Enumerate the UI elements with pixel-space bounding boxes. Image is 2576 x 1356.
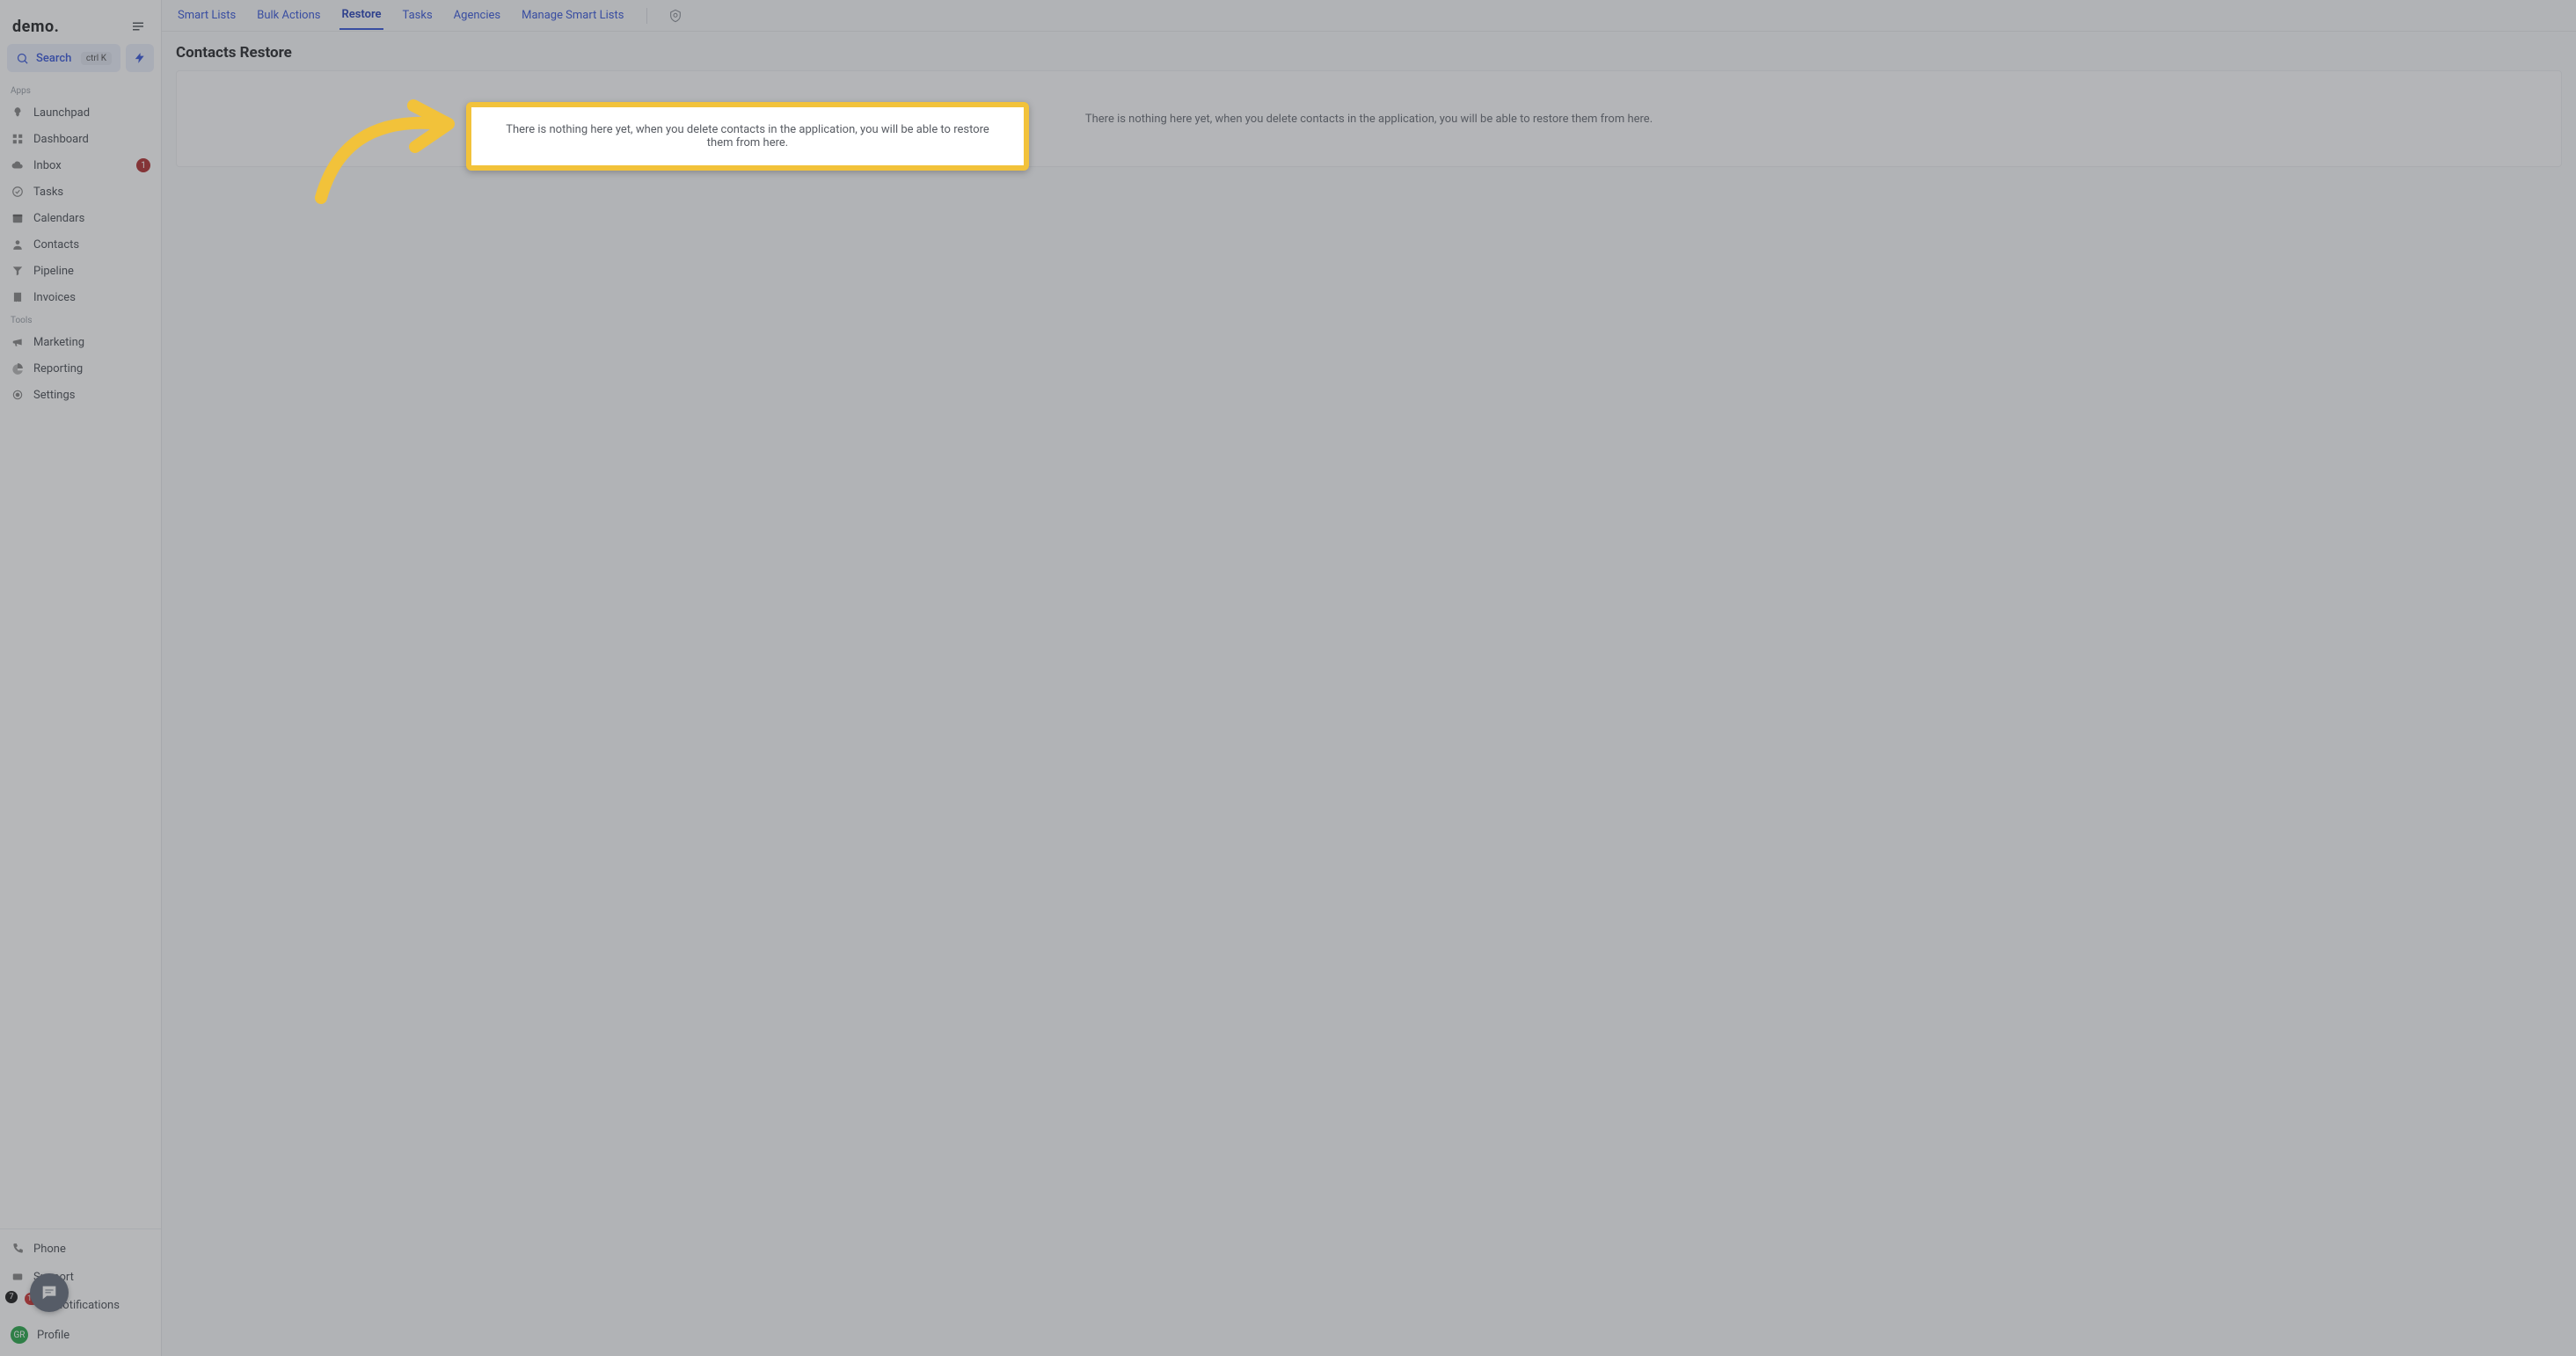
sidebar-item-label: Invoices: [33, 291, 76, 304]
section-label-tools: Tools: [0, 310, 161, 329]
main: Smart Lists Bulk Actions Restore Tasks A…: [162, 0, 2576, 1356]
user-icon: [11, 237, 25, 252]
tab-bulk-actions[interactable]: Bulk Actions: [255, 2, 322, 29]
funnel-icon: [11, 264, 25, 278]
sidebar-item-label: Reporting: [33, 362, 83, 375]
search-shortcut: ctrl K: [81, 52, 112, 65]
sidebar-item-dashboard[interactable]: Dashboard: [0, 126, 161, 152]
tab-settings-button[interactable]: [668, 9, 682, 23]
rocket-icon: [11, 106, 25, 120]
sidebar-bottom: Phone Support 7 13 • Notifications GR Pr…: [0, 1228, 161, 1356]
notifications-badge-dark: 7: [5, 1291, 18, 1303]
tab-restore[interactable]: Restore: [339, 1, 383, 30]
sidebar-item-label: Tasks: [33, 186, 63, 199]
chat-widget-button[interactable]: [30, 1273, 69, 1312]
pie-icon: [11, 361, 25, 375]
tab-divider: [646, 8, 647, 24]
sidebar-item-reporting[interactable]: Reporting: [0, 355, 161, 382]
sidebar-item-label: Phone: [33, 1243, 66, 1256]
calendar-icon: [11, 211, 25, 225]
tab-smart-lists[interactable]: Smart Lists: [176, 2, 237, 29]
receipt-icon: [11, 290, 25, 304]
cloud-icon: [11, 158, 25, 172]
sidebar-item-label: Marketing: [33, 336, 84, 349]
sidebar-item-tasks[interactable]: Tasks: [0, 179, 161, 205]
sidebar-item-marketing[interactable]: Marketing: [0, 329, 161, 355]
dot-icon: [11, 388, 25, 402]
phone-icon: [11, 1242, 25, 1256]
sidebar-item-contacts[interactable]: Contacts: [0, 231, 161, 258]
nav-apps: Launchpad Dashboard Inbox 1 Tasks Calend…: [0, 99, 161, 310]
section-label-apps: Apps: [0, 81, 161, 99]
sidebar-item-invoices[interactable]: Invoices: [0, 284, 161, 310]
sidebar-item-calendars[interactable]: Calendars: [0, 205, 161, 231]
sidebar-item-launchpad[interactable]: Launchpad: [0, 99, 161, 126]
sidebar-collapse-button[interactable]: [128, 16, 149, 37]
empty-state-message: There is nothing here yet, when you dele…: [1085, 113, 1653, 126]
sidebar-item-label: Launchpad: [33, 106, 90, 120]
sidebar-item-profile[interactable]: GR Profile: [0, 1319, 161, 1351]
sidebar-item-label: Calendars: [33, 212, 84, 225]
grid-icon: [11, 132, 25, 146]
nav-tools: Marketing Reporting Settings: [0, 329, 161, 408]
sidebar-item-notifications[interactable]: 7 13 • Notifications: [0, 1291, 161, 1319]
sidebar: demo Search ctrl K Apps: [0, 0, 162, 1356]
support-icon: [11, 1270, 25, 1284]
sidebar-item-phone[interactable]: Phone: [0, 1235, 161, 1263]
tabbar: Smart Lists Bulk Actions Restore Tasks A…: [162, 0, 2576, 32]
tab-manage-smart-lists[interactable]: Manage Smart Lists: [520, 2, 625, 29]
page-title: Contacts Restore: [176, 44, 2562, 62]
brand-logo: demo: [12, 18, 59, 36]
sidebar-item-label: Pipeline: [33, 265, 74, 278]
check-icon: [11, 185, 25, 199]
search-button[interactable]: Search ctrl K: [7, 44, 120, 72]
tab-tasks[interactable]: Tasks: [401, 2, 434, 29]
sidebar-item-label: Contacts: [33, 238, 79, 252]
sidebar-item-label: Inbox: [33, 159, 62, 172]
search-icon: [16, 52, 29, 65]
sidebar-item-settings[interactable]: Settings: [0, 382, 161, 408]
avatar: GR: [11, 1326, 28, 1344]
tab-agencies[interactable]: Agencies: [452, 2, 502, 29]
sidebar-item-label: Dashboard: [33, 133, 89, 146]
inbox-badge: 1: [136, 158, 150, 172]
quick-action-button[interactable]: [126, 44, 154, 72]
search-label: Search: [36, 52, 74, 65]
sidebar-item-support[interactable]: Support: [0, 1263, 161, 1291]
empty-state-panel: There is nothing here yet, when you dele…: [176, 70, 2562, 167]
sidebar-item-pipeline[interactable]: Pipeline: [0, 258, 161, 284]
megaphone-icon: [11, 335, 25, 349]
sidebar-item-inbox[interactable]: Inbox 1: [0, 152, 161, 179]
sidebar-item-label: Settings: [33, 389, 75, 402]
sidebar-item-label: Profile: [37, 1329, 69, 1342]
